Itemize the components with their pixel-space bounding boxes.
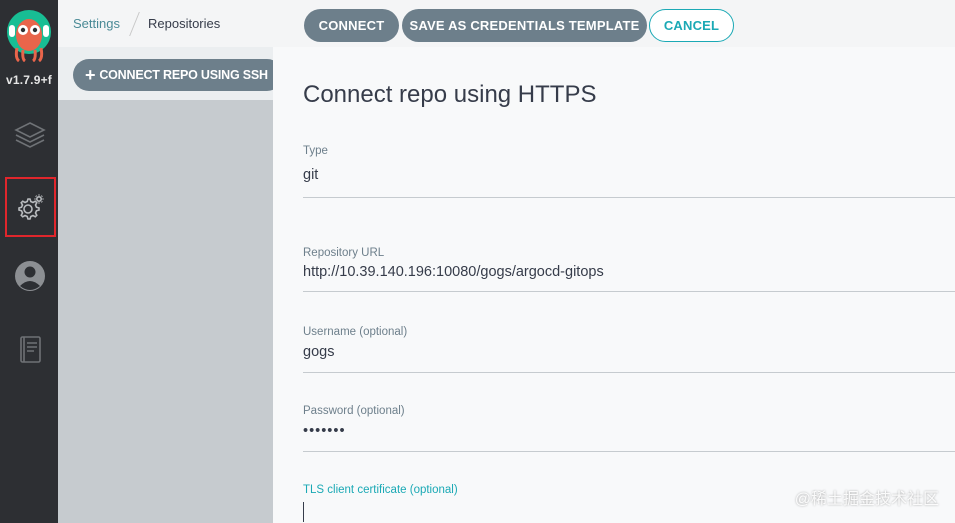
panel-title: Connect repo using HTTPS <box>303 81 597 108</box>
cancel-button[interactable]: CANCEL <box>649 9 734 42</box>
repository-url-field[interactable]: Repository URL http://10.39.140.196:1008… <box>303 247 955 292</box>
username-field[interactable]: Username (optional) gogs <box>303 326 955 373</box>
password-field[interactable]: Password (optional) ••••••• <box>303 405 955 452</box>
password-underline <box>303 451 955 452</box>
username-underline <box>303 372 955 373</box>
username-label: Username (optional) <box>303 326 408 338</box>
left-nav: v1.7.9+f <box>0 0 58 523</box>
nav-item-settings[interactable] <box>5 177 56 237</box>
connect-repo-ssh-label: CONNECT REPO USING SSH <box>99 68 268 82</box>
plus-icon: + <box>85 65 96 85</box>
watermark: @稀土掘金技术社区 <box>794 491 939 508</box>
repository-url-underline <box>303 291 955 292</box>
breadcrumb-current: Repositories <box>147 16 221 31</box>
password-label: Password (optional) <box>303 405 405 417</box>
argo-logo-icon[interactable] <box>5 8 53 63</box>
save-credentials-template-button[interactable]: SAVE AS CREDENTIALS TEMPLATE <box>402 9 647 42</box>
type-value[interactable]: git <box>303 167 955 187</box>
breadcrumb-settings-link[interactable]: Settings <box>73 16 120 31</box>
breadcrumb-separator <box>129 11 140 36</box>
layers-icon <box>14 122 46 148</box>
username-input[interactable]: gogs <box>303 344 955 364</box>
connect-repo-ssh-button[interactable]: + CONNECT REPO USING SSH <box>73 59 283 91</box>
type-underline <box>303 197 955 198</box>
app-version: v1.7.9+f <box>6 73 52 87</box>
repository-url-label: Repository URL <box>303 247 385 259</box>
repository-url-input[interactable]: http://10.39.140.196:10080/gogs/argocd-g… <box>303 264 955 284</box>
nav-item-user-info[interactable] <box>6 247 54 305</box>
connect-repo-panel: CONNECT SAVE AS CREDENTIALS TEMPLATE CAN… <box>273 0 955 523</box>
type-label: Type <box>303 145 328 157</box>
type-field[interactable]: Type git <box>303 145 955 198</box>
panel-body: Connect repo using HTTPS Type git Reposi… <box>273 47 955 523</box>
gear-icon <box>17 194 43 220</box>
nav-item-applications[interactable] <box>6 107 54 165</box>
panel-header: CONNECT SAVE AS CREDENTIALS TEMPLATE CAN… <box>273 0 955 47</box>
connect-button[interactable]: CONNECT <box>304 9 399 42</box>
docs-icon <box>20 336 41 363</box>
password-input[interactable]: ••••••• <box>303 423 955 443</box>
user-icon <box>15 261 45 291</box>
nav-item-documentation[interactable] <box>6 320 54 378</box>
